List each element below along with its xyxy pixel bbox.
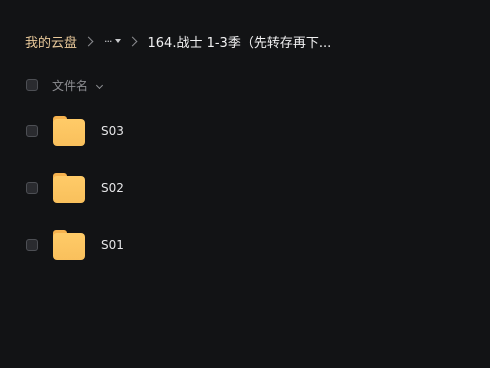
breadcrumb-current-folder: 164.战士 1-3季（先转存再下... xyxy=(147,35,332,51)
list-item[interactable]: S03 xyxy=(26,114,124,148)
list-item[interactable]: S02 xyxy=(26,171,124,205)
list-header: 文件名 xyxy=(26,77,103,94)
chevron-down-icon xyxy=(95,81,103,89)
caret-down-icon xyxy=(114,39,121,43)
file-browser: 我的云盘 ··· 164.战士 1-3季（先转存再下... 文件名 S03 S0… xyxy=(0,0,490,368)
filename-column-label: 文件名 xyxy=(52,78,89,93)
breadcrumb-root-link[interactable]: 我的云盘 xyxy=(25,32,77,51)
chevron-right-icon xyxy=(127,36,137,46)
breadcrumb: 我的云盘 ··· 164.战士 1-3季（先转存再下... xyxy=(25,32,332,51)
row-checkbox[interactable] xyxy=(26,239,38,251)
list-item[interactable]: S01 xyxy=(26,228,124,262)
row-checkbox[interactable] xyxy=(26,182,38,194)
chevron-right-icon xyxy=(83,36,94,46)
folder-name: S02 xyxy=(101,181,124,195)
folder-icon xyxy=(53,116,85,146)
folder-icon xyxy=(53,230,85,260)
breadcrumb-more-button[interactable]: ··· xyxy=(104,35,121,48)
select-all-checkbox[interactable] xyxy=(26,79,38,91)
sort-by-filename-button[interactable]: 文件名 xyxy=(52,77,103,94)
folder-name: S03 xyxy=(101,124,124,138)
folder-icon xyxy=(53,173,85,203)
breadcrumb-more-label: ··· xyxy=(104,34,112,48)
folder-name: S01 xyxy=(101,238,124,252)
row-checkbox[interactable] xyxy=(26,125,38,137)
